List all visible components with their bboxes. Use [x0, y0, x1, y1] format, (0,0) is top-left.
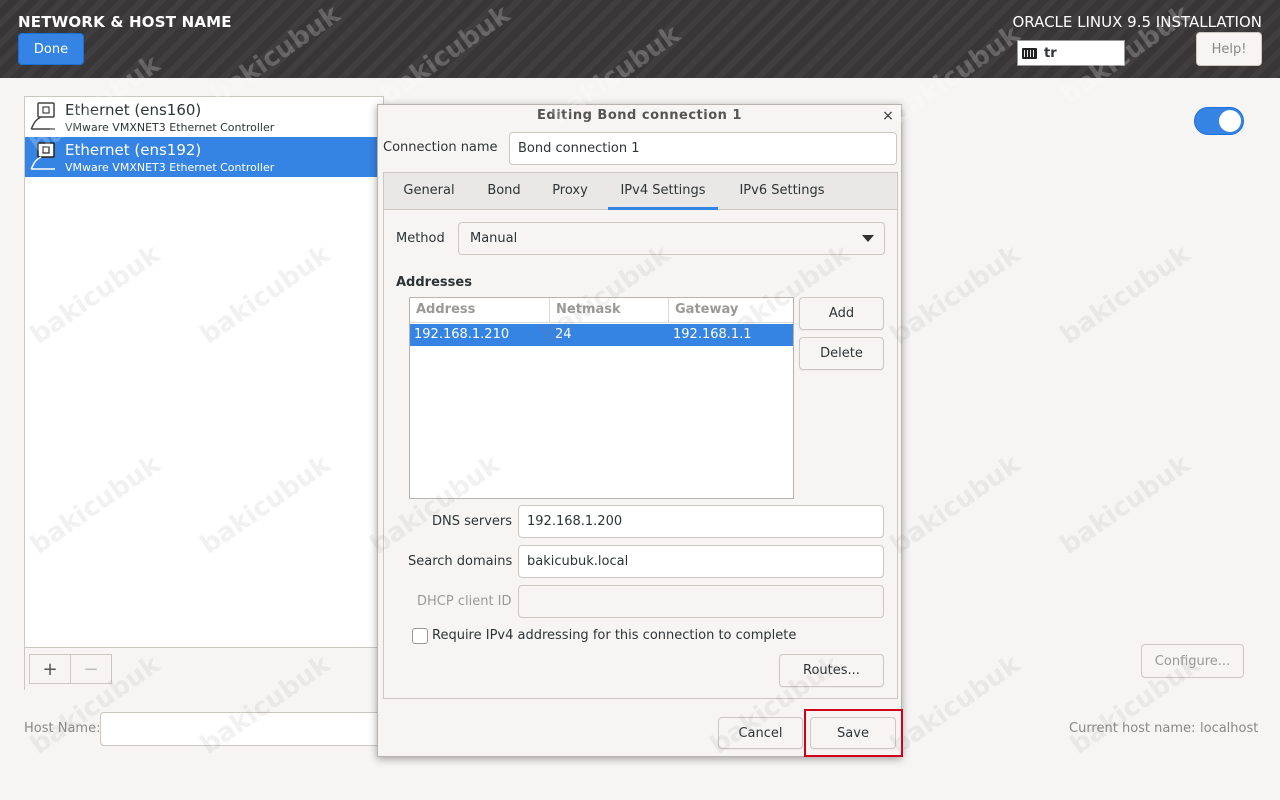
- tab-bond[interactable]: Bond: [477, 173, 531, 210]
- add-device-button[interactable]: +: [29, 654, 71, 684]
- gateway-cell[interactable]: 192.168.1.1: [673, 324, 752, 346]
- delete-address-button[interactable]: Delete: [799, 337, 884, 370]
- current-hostname-value: localhost: [1200, 721, 1259, 736]
- hostname-label: Host Name:: [24, 721, 101, 736]
- watermark-text: bakicubuk: [1055, 449, 1196, 561]
- tab-ipv4-settings[interactable]: IPv4 Settings: [608, 173, 718, 210]
- cancel-button[interactable]: Cancel: [718, 717, 803, 749]
- routes-button[interactable]: Routes...: [779, 654, 884, 687]
- header-bar: NETWORK & HOST NAME Done ORACLE LINUX 9.…: [0, 0, 1280, 78]
- connection-name-input[interactable]: Bond connection 1: [509, 132, 897, 165]
- watermark-text: bakicubuk: [885, 239, 1026, 351]
- network-device-list: Ethernet (ens160) VMware VMXNET3 Etherne…: [24, 96, 384, 690]
- device-enable-toggle[interactable]: [1194, 107, 1244, 135]
- tab-general[interactable]: General: [392, 173, 466, 210]
- watermark-text: bakicubuk: [1055, 239, 1196, 351]
- add-address-button[interactable]: Add: [799, 297, 884, 330]
- connection-name-label: Connection name: [383, 140, 498, 155]
- column-header-gateway[interactable]: Gateway: [669, 298, 793, 323]
- search-domains-input[interactable]: bakicubuk.local: [518, 545, 884, 578]
- remove-device-button[interactable]: −: [70, 654, 112, 684]
- require-ipv4-label[interactable]: Require IPv4 addressing for this connect…: [432, 628, 796, 643]
- search-domains-label: Search domains: [408, 554, 513, 569]
- device-row-ens160[interactable]: Ethernet (ens160) VMware VMXNET3 Etherne…: [25, 97, 384, 137]
- device-list-toolbar: + −: [25, 647, 384, 690]
- help-button[interactable]: Help!: [1196, 32, 1262, 66]
- addresses-table[interactable]: Address Netmask Gateway 192.168.1.210 24…: [409, 297, 794, 499]
- dns-servers-input[interactable]: 192.168.1.200: [518, 505, 884, 538]
- tab-bar: General Bond Proxy IPv4 Settings IPv6 Se…: [384, 173, 897, 210]
- chevron-down-icon: [862, 235, 874, 242]
- spoke-title: NETWORK & HOST NAME: [18, 13, 232, 31]
- addresses-heading: Addresses: [396, 275, 472, 290]
- device-name: Ethernet (ens160): [65, 101, 202, 119]
- device-row-ens192[interactable]: Ethernet (ens192) VMware VMXNET3 Etherne…: [25, 137, 384, 177]
- keyboard-layout-indicator[interactable]: tr: [1017, 40, 1125, 66]
- keyboard-layout-label: tr: [1044, 45, 1057, 61]
- method-value: Manual: [470, 231, 518, 246]
- edit-connection-dialog: Editing Bond connection 1 × Connection n…: [377, 104, 903, 757]
- column-header-address[interactable]: Address: [410, 298, 550, 323]
- table-row[interactable]: 192.168.1.210 24 192.168.1.1: [410, 324, 793, 346]
- settings-notebook: General Bond Proxy IPv4 Settings IPv6 Se…: [383, 172, 898, 699]
- column-header-netmask[interactable]: Netmask: [550, 298, 669, 323]
- device-description: VMware VMXNET3 Ethernet Controller: [65, 121, 275, 134]
- ethernet-icon: [30, 142, 55, 170]
- done-button[interactable]: Done: [18, 33, 84, 65]
- current-hostname-label: Current host name:: [1069, 721, 1196, 736]
- dhcp-client-id-input[interactable]: [518, 585, 884, 618]
- ethernet-icon: [30, 102, 55, 130]
- dhcp-client-id-label: DHCP client ID: [417, 594, 512, 609]
- close-icon[interactable]: ×: [881, 107, 895, 125]
- product-title: ORACLE LINUX 9.5 INSTALLATION: [1012, 13, 1262, 31]
- tab-proxy[interactable]: Proxy: [541, 173, 599, 210]
- require-ipv4-checkbox[interactable]: [412, 628, 428, 644]
- method-label: Method: [396, 231, 445, 246]
- save-highlight-box: [804, 709, 903, 757]
- device-name: Ethernet (ens192): [65, 141, 202, 159]
- configure-button[interactable]: Configure...: [1141, 644, 1244, 678]
- netmask-cell[interactable]: 24: [555, 324, 572, 346]
- device-description: VMware VMXNET3 Ethernet Controller: [65, 161, 275, 174]
- watermark-text: bakicubuk: [885, 449, 1026, 561]
- watermark-text: bakicubuk: [885, 649, 1026, 761]
- dns-servers-label: DNS servers: [432, 514, 513, 529]
- dialog-title: Editing Bond connection 1: [537, 108, 742, 123]
- toggle-knob: [1219, 110, 1241, 132]
- keyboard-icon: [1022, 47, 1037, 59]
- tab-ipv6-settings[interactable]: IPv6 Settings: [728, 173, 836, 210]
- hostname-input[interactable]: [100, 712, 390, 746]
- method-select[interactable]: Manual: [458, 222, 885, 255]
- address-cell[interactable]: 192.168.1.210: [414, 324, 509, 346]
